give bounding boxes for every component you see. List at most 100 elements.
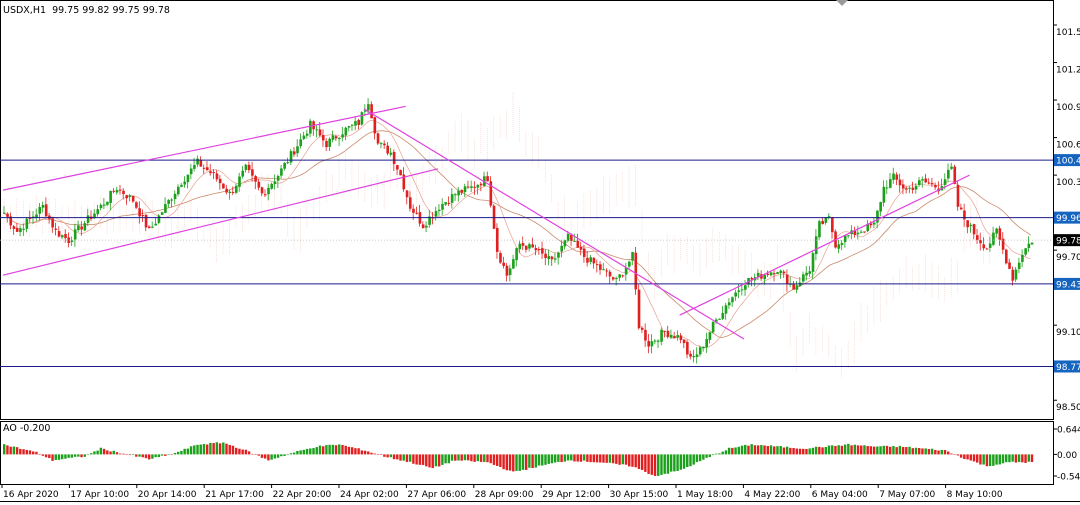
ao-bar <box>576 454 579 462</box>
candle-body <box>602 269 605 271</box>
candle-body <box>296 146 299 154</box>
chart-window[interactable]: 101.5101.2100.9100.6100.3100.099.7099.10… <box>0 0 1080 502</box>
candle-body <box>644 329 647 341</box>
candle-body <box>251 169 254 176</box>
candle-body <box>138 208 141 217</box>
candle-body <box>3 212 6 214</box>
candle-body <box>805 272 808 276</box>
candle-body <box>586 257 589 263</box>
candle-body <box>1027 243 1031 249</box>
candle-body <box>750 277 754 280</box>
ao-bar <box>418 454 422 465</box>
ao-bar <box>534 454 538 468</box>
candle-body <box>863 231 866 233</box>
ao-bar <box>99 447 103 455</box>
candle-body <box>505 265 509 276</box>
indicator-name: AO <box>3 423 17 434</box>
ao-bar <box>128 454 132 456</box>
ao-bar <box>531 454 534 469</box>
candle-body <box>676 335 679 338</box>
candle-body <box>737 290 741 292</box>
candle-body <box>450 194 454 203</box>
ao-bar <box>1027 454 1030 462</box>
ao-bar <box>779 445 782 455</box>
candle-body <box>795 285 799 290</box>
ao-bar <box>215 442 219 455</box>
ao-bar <box>895 447 898 455</box>
ao-bar <box>602 454 605 463</box>
candle-body <box>673 336 676 338</box>
ao-bar <box>270 454 273 460</box>
time-axis-label: 16 Apr 2020 <box>3 490 59 500</box>
ao-bar <box>679 454 683 470</box>
ao-bar <box>122 453 125 455</box>
ao-bar <box>557 454 560 462</box>
ao-bar <box>173 452 177 455</box>
ao-bar <box>360 450 364 455</box>
ao-bar <box>866 446 869 455</box>
candle-body <box>299 139 303 147</box>
candle-body <box>992 232 995 245</box>
candle-body <box>115 189 119 193</box>
ao-bar <box>869 446 873 455</box>
candle-body <box>328 138 332 147</box>
candle-body <box>769 272 773 276</box>
price-pane-frame <box>0 0 1054 420</box>
candle-body <box>831 217 834 233</box>
candle-body <box>257 181 261 188</box>
candle-body <box>560 245 564 252</box>
candle-body <box>972 224 976 235</box>
ao-bar <box>876 446 879 455</box>
candle-body <box>892 173 895 180</box>
time-axis-label: 17 Apr 10:00 <box>70 490 129 500</box>
candle-body <box>441 204 444 210</box>
ao-bar <box>811 447 815 455</box>
candle-body <box>280 168 283 176</box>
chart-canvas[interactable]: 101.5101.2100.9100.6100.3100.099.7099.10… <box>0 0 1080 502</box>
ao-bar <box>879 446 882 455</box>
ao-bar <box>328 444 331 455</box>
candle-body <box>64 234 67 239</box>
ao-bar <box>157 454 161 458</box>
candle-body <box>898 179 902 186</box>
ao-bar <box>57 454 61 460</box>
ao-bar <box>251 453 254 455</box>
ao-bar <box>205 444 209 455</box>
ao-bar <box>766 446 770 455</box>
ao-bar <box>276 454 280 458</box>
ao-bar <box>263 454 267 459</box>
candle-body <box>534 248 538 251</box>
ao-bar <box>112 450 115 455</box>
ao-bar <box>515 454 518 471</box>
ao-bar <box>692 454 695 465</box>
candle-body <box>19 228 22 232</box>
candle-body <box>921 179 924 181</box>
ao-bar <box>131 454 135 455</box>
candle-body <box>818 221 821 238</box>
candle-body <box>959 207 963 210</box>
ao-bar <box>51 454 54 461</box>
ao-bar <box>753 445 757 455</box>
candle-body <box>531 244 535 248</box>
candle-body <box>154 223 158 226</box>
ao-bar <box>566 454 570 461</box>
ao-bar <box>570 454 573 461</box>
ao-bar <box>383 454 386 457</box>
ao-bar <box>863 445 866 455</box>
ao-bar <box>196 444 199 455</box>
ao-bar <box>164 454 167 456</box>
candle-body <box>12 226 16 229</box>
ao-bar <box>657 454 660 476</box>
chart-shift-marker-icon[interactable] <box>836 0 848 6</box>
candle-body <box>460 189 464 193</box>
candle-body <box>193 165 196 169</box>
candle-body <box>70 240 74 242</box>
ao-bar <box>431 454 434 469</box>
ao-bar <box>389 454 393 458</box>
ao-bar <box>115 452 119 455</box>
candle-body <box>486 176 489 182</box>
ao-bar <box>486 454 489 463</box>
candle-body <box>225 188 228 193</box>
ao-bar <box>109 451 112 455</box>
ao-bar <box>901 446 905 455</box>
